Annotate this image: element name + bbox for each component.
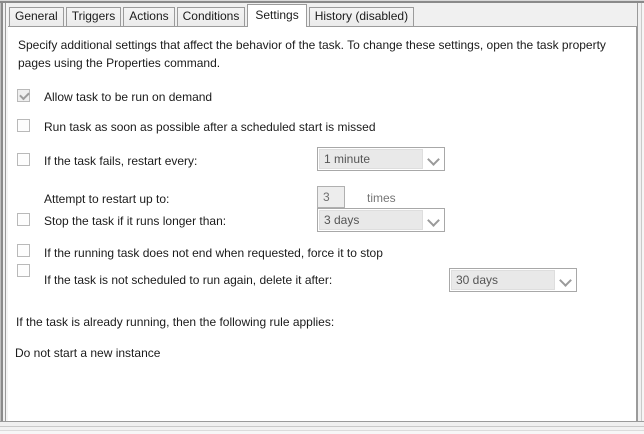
- settings-tab-panel: Specify additional settings that affect …: [8, 26, 637, 421]
- label-allow-run-on-demand: Allow task to be run on demand: [44, 90, 212, 104]
- checkbox-restart-on-failure[interactable]: [17, 153, 30, 166]
- chevron-down-icon: [423, 149, 443, 169]
- task-settings-window: General Triggers Actions Conditions Sett…: [0, 0, 644, 434]
- restart-attempts-input[interactable]: 3: [317, 186, 345, 208]
- label-force-stop: If the running task does not end when re…: [44, 246, 383, 260]
- checkbox-allow-run-on-demand[interactable]: [17, 89, 30, 102]
- label-delete-task-after: If the task is not scheduled to run agai…: [44, 273, 332, 287]
- tab-bar: General Triggers Actions Conditions Sett…: [8, 3, 637, 26]
- label-stop-if-runs-longer: Stop the task if it runs longer than:: [44, 214, 226, 228]
- window-border-right: [637, 3, 644, 434]
- restart-interval-value: 1 minute: [319, 149, 423, 169]
- label-already-running-rule: If the task is already running, then the…: [16, 315, 334, 329]
- checkbox-run-asap-after-missed-start[interactable]: [17, 119, 30, 132]
- tab-history[interactable]: History (disabled): [309, 7, 414, 26]
- instance-rule-value: Do not start a new instance: [15, 346, 160, 360]
- checkbox-delete-task-after[interactable]: [17, 264, 30, 277]
- window-border-left: [0, 3, 8, 434]
- label-times-suffix: times: [367, 191, 396, 205]
- window-border-bottom: [0, 421, 644, 434]
- tab-triggers[interactable]: Triggers: [66, 7, 122, 26]
- delete-after-value: 30 days: [451, 270, 555, 290]
- delete-after-dropdown[interactable]: 30 days: [449, 268, 577, 292]
- chevron-down-icon: [555, 270, 575, 290]
- checkbox-stop-if-runs-longer[interactable]: [17, 213, 30, 226]
- label-run-asap-after-missed-start: Run task as soon as possible after a sch…: [44, 120, 376, 134]
- tab-settings[interactable]: Settings: [247, 4, 306, 27]
- chevron-down-icon: [423, 210, 443, 230]
- settings-description: Specify additional settings that affect …: [18, 36, 614, 72]
- label-restart-on-failure: If the task fails, restart every:: [44, 154, 197, 168]
- stop-duration-value: 3 days: [319, 210, 423, 230]
- tab-actions[interactable]: Actions: [123, 7, 174, 26]
- tab-conditions[interactable]: Conditions: [177, 7, 246, 26]
- checkbox-force-stop[interactable]: [17, 244, 30, 257]
- label-restart-attempts: Attempt to restart up to:: [44, 192, 169, 206]
- stop-duration-dropdown[interactable]: 3 days: [317, 208, 445, 232]
- tab-general[interactable]: General: [9, 7, 64, 26]
- restart-interval-dropdown[interactable]: 1 minute: [317, 147, 445, 171]
